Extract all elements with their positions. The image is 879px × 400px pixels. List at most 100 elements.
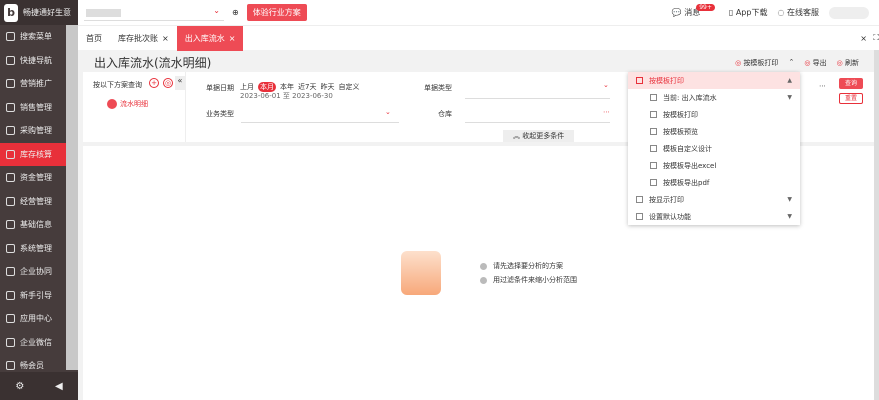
print-icon xyxy=(636,77,643,84)
app-download-link[interactable]: ▯ App下载 xyxy=(729,7,768,18)
tip-2: 用过滤条件来缩小分析范围 xyxy=(480,273,577,287)
sidebar-item-label: 销售管理 xyxy=(20,102,52,112)
menu-icon xyxy=(6,196,15,206)
sidebar: b 畅捷通好生意 搜索菜单 快捷导航 营销推广 销售管理 采购管理 库存核算 资金管理 经营管理… xyxy=(0,0,78,400)
sidebar-item[interactable]: 资金管理 xyxy=(0,166,66,190)
print-template-button[interactable]: 按模板打印 xyxy=(735,58,778,68)
dropdown-item[interactable]: 模板自定义设计 xyxy=(628,140,800,157)
collapse-icon[interactable]: ◀ xyxy=(55,381,63,392)
dropdown-display-print[interactable]: 按显示打印 ▼ xyxy=(628,191,800,208)
biz-type-select[interactable] xyxy=(241,122,399,123)
account-select[interactable]: ⌄ xyxy=(84,5,224,21)
sidebar-scrollbar[interactable] xyxy=(66,25,78,370)
sidebar-item-label: 库存核算 xyxy=(20,149,52,159)
industry-button[interactable]: 体验行业方案 xyxy=(246,4,307,21)
tab-stock-flow[interactable]: 出入库流水 × xyxy=(176,25,244,51)
scheme-settings-icon[interactable]: ◎ xyxy=(163,78,173,88)
chevron-up-icon[interactable]: ⌃ xyxy=(788,58,794,68)
sidebar-item-label: 快捷导航 xyxy=(20,55,52,65)
settings-icon[interactable]: ⚙ xyxy=(15,381,24,392)
menu-icon xyxy=(6,337,15,347)
add-scheme-icon[interactable]: + xyxy=(149,78,159,88)
sidebar-item[interactable]: 采购管理 xyxy=(0,119,66,143)
sidebar-item[interactable]: 快捷导航 xyxy=(0,49,66,73)
dropdown-item[interactable]: 按模板导出pdf xyxy=(628,174,800,191)
tab-home[interactable]: 首页 xyxy=(78,26,110,51)
sidebar-item-label: 企业协同 xyxy=(20,267,52,277)
sidebar-item[interactable]: 企业微信 xyxy=(0,331,66,355)
close-icon[interactable]: × xyxy=(162,34,169,43)
dropdown-print-template[interactable]: 按模板打印 ▲ xyxy=(628,72,800,89)
tab-batch-ledger[interactable]: 库存批次账 × xyxy=(110,26,177,51)
menu-icon xyxy=(6,126,15,136)
doc-type-select[interactable] xyxy=(465,98,610,99)
collapse-panel-icon[interactable]: « xyxy=(175,76,185,90)
date-quick-option[interactable]: 自定义 xyxy=(338,82,359,92)
biz-type-label: 业务类型 xyxy=(206,110,234,118)
close-all-icon[interactable]: × xyxy=(860,34,867,43)
more-icon[interactable]: ⋯ xyxy=(819,82,826,90)
page-scrollbar[interactable] xyxy=(874,50,879,400)
empty-illustration xyxy=(401,251,441,295)
dropdown-item[interactable]: 按模板预览 xyxy=(628,123,800,140)
menu-icon xyxy=(6,290,15,300)
more-icon[interactable]: ⋯ xyxy=(603,108,610,116)
reset-button[interactable]: 重置 xyxy=(839,93,863,104)
menu-icon xyxy=(6,314,15,324)
tab-bar: 首页 库存批次账 × 出入库流水 × × ⛶ xyxy=(78,25,879,51)
print-dropdown: 按模板打印 ▲ 当前: 出入库流水 ▼ 按模板打印按模板预览模板自定义设计 按模板导出… xyxy=(628,72,800,225)
sidebar-item[interactable]: 库存核算 xyxy=(0,142,66,166)
scheme-title: 按以下方案查询 xyxy=(93,81,142,89)
warehouse-label: 仓库 xyxy=(438,110,452,118)
topbar: ⌄ ⊕ 体验行业方案 💬 消息99+ ▯ App下载 ◌ 在线客服 xyxy=(78,0,879,25)
menu-icon xyxy=(6,149,15,159)
item-icon xyxy=(650,111,657,118)
sidebar-item[interactable]: 应用中心 xyxy=(0,307,66,331)
messages-link[interactable]: 💬 消息99+ xyxy=(672,4,719,18)
dropdown-item[interactable]: 按模板导出excel xyxy=(628,157,800,174)
warehouse-select[interactable] xyxy=(465,122,610,123)
date-label: 单据日期 xyxy=(206,84,234,92)
sidebar-item[interactable]: 营销推广 xyxy=(0,72,66,96)
item-icon xyxy=(650,179,657,186)
chevron-down-icon: ⌄ xyxy=(603,81,609,89)
date-range[interactable]: 2023-06-01 至 2023-06-30 xyxy=(240,91,333,101)
scheme-item[interactable]: 流水明细 xyxy=(107,99,148,109)
dropdown-item[interactable]: 按模板打印 xyxy=(628,106,800,123)
sidebar-item[interactable]: 系统管理 xyxy=(0,237,66,261)
message-badge: 99+ xyxy=(696,4,715,11)
settings-icon xyxy=(636,213,643,220)
sidebar-item-label: 企业微信 xyxy=(20,337,52,347)
dropdown-item-label: 按模板导出pdf xyxy=(663,178,710,187)
menu-icon xyxy=(6,361,15,371)
sidebar-item-label: 基础信息 xyxy=(20,220,52,230)
chevron-down-icon: ⌄ xyxy=(385,108,391,116)
sidebar-item[interactable]: 基础信息 xyxy=(0,213,66,237)
sidebar-item-label: 搜索菜单 xyxy=(20,32,52,42)
dropdown-item-label: 按模板导出excel xyxy=(663,161,717,170)
menu-icon xyxy=(6,173,15,183)
sidebar-item[interactable]: 新手引导 xyxy=(0,284,66,308)
sidebar-item[interactable]: 经营管理 xyxy=(0,190,66,214)
query-button[interactable]: 查询 xyxy=(839,78,863,89)
switch-icon[interactable]: ⊕ xyxy=(232,8,239,17)
refresh-button[interactable]: 刷新 xyxy=(837,58,859,68)
sidebar-item-label: 新手引导 xyxy=(20,290,52,300)
chevron-down-icon: ⌄ xyxy=(213,5,220,15)
sidebar-item[interactable]: 销售管理 xyxy=(0,96,66,120)
sidebar-item-label: 应用中心 xyxy=(20,314,52,324)
dropdown-default-function[interactable]: 设置默认功能 ▼ xyxy=(628,208,800,225)
sidebar-item[interactable]: 搜索菜单 xyxy=(0,25,66,49)
support-link[interactable]: ◌ 在线客服 xyxy=(777,7,819,18)
dropdown-current-template[interactable]: 当前: 出入库流水 ▼ xyxy=(628,89,800,106)
logo-mark: b xyxy=(4,3,18,22)
sidebar-item[interactable]: 企业协同 xyxy=(0,260,66,284)
close-icon[interactable]: × xyxy=(229,34,236,43)
fullscreen-icon[interactable]: ⛶ xyxy=(873,33,879,43)
avatar[interactable] xyxy=(829,6,869,19)
collapse-conditions-button[interactable]: ︽ 收起更多条件 xyxy=(503,130,575,142)
export-button[interactable]: 导出 xyxy=(804,58,827,68)
dropdown-item-label: 按模板打印 xyxy=(663,110,698,119)
dropdown-item-label: 模板自定义设计 xyxy=(663,144,712,153)
menu-icon xyxy=(6,243,15,253)
